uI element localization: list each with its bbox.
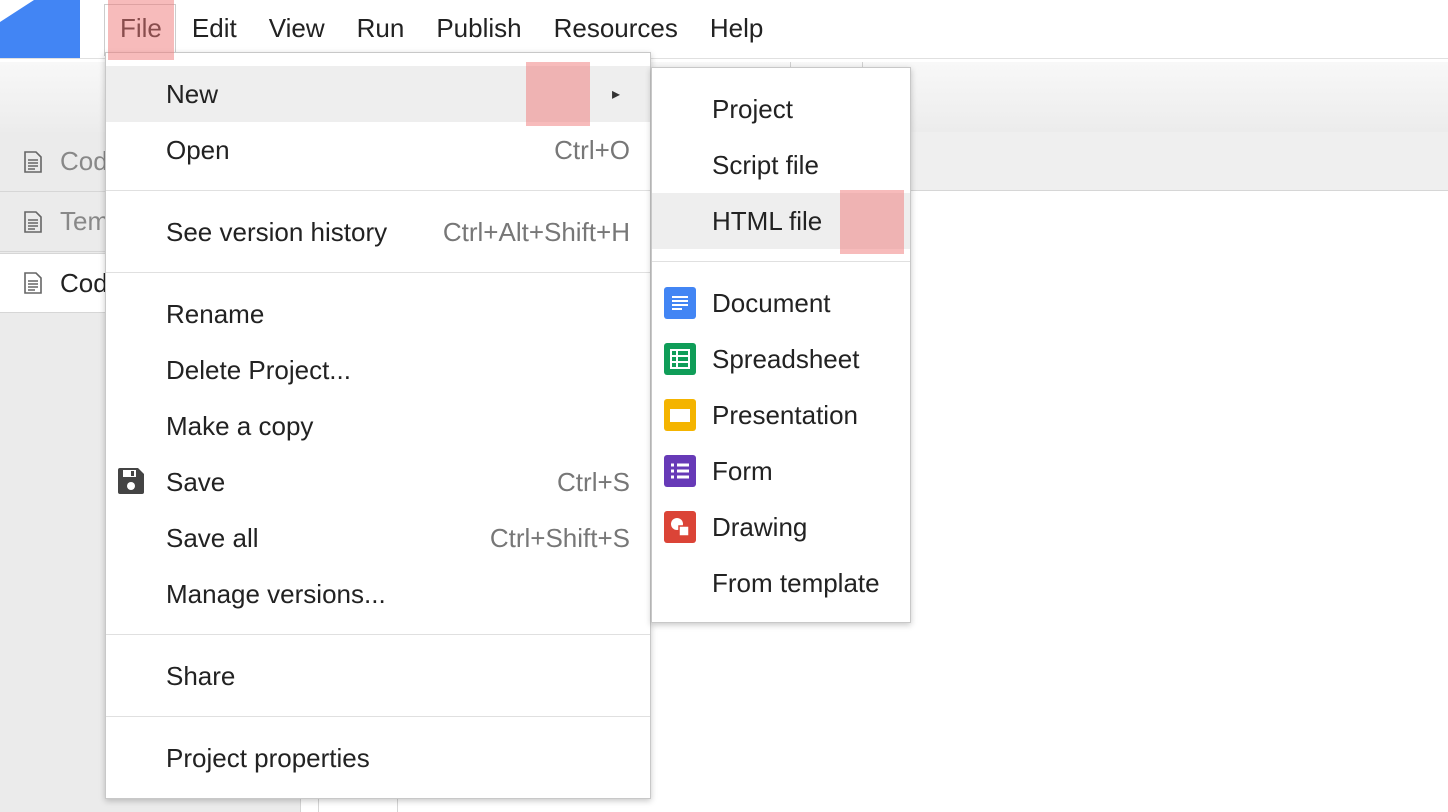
menu-item-label: Drawing [712,511,808,542]
menu-item-label: See version history [166,216,388,247]
menu-separator [106,716,650,717]
menu-item-label: Document [712,287,831,318]
new-drawing[interactable]: Drawing [652,499,910,555]
file-menu-delete-project[interactable]: Delete Project... [106,342,650,398]
submenu-arrow-icon: ▸ [611,86,620,103]
menu-resources[interactable]: Resources [538,0,694,56]
forms-icon [664,455,696,487]
menu-item-label: Save [166,466,226,497]
menu-run[interactable]: Run [341,0,421,56]
file-icon [24,150,42,173]
menu-item-shortcut: Ctrl+Alt+Shift+H [442,216,630,247]
file-menu-make-copy[interactable]: Make a copy [106,398,650,454]
file-name: Cod [60,267,108,298]
file-icon [24,210,42,233]
file-menu-rename[interactable]: Rename [106,286,650,342]
logo-notch [0,0,34,22]
menu-item-label: Save all [166,522,259,553]
menu-item-label: Spreadsheet [712,343,860,374]
new-project[interactable]: Project [652,81,910,137]
menu-item-label: HTML file [712,205,823,236]
menu-item-label: Rename [166,298,265,329]
menu-edit[interactable]: Edit [176,0,253,56]
menu-file[interactable]: File [104,4,176,56]
new-html-file[interactable]: HTML file [652,193,910,249]
new-spreadsheet[interactable]: Spreadsheet [652,331,910,387]
slides-icon [664,399,696,431]
new-form[interactable]: Form [652,443,910,499]
menu-separator [106,190,650,191]
menu-separator [106,634,650,635]
floppy-disk-icon [116,466,148,498]
file-menu-save-all[interactable]: Save all Ctrl+Shift+S [106,510,650,566]
menu-help[interactable]: Help [694,0,779,56]
menu-item-label: Delete Project... [166,354,351,385]
menu-item-label: Presentation [712,399,858,430]
new-from-template[interactable]: From template [652,555,910,611]
file-name: Cod [60,146,108,176]
new-document[interactable]: Document [652,275,910,331]
menu-item-shortcut: Ctrl+S [557,466,630,497]
file-menu-new[interactable]: New ▸ [106,66,650,122]
menu-publish[interactable]: Publish [420,0,537,56]
menu-item-label: Manage versions... [166,578,386,609]
file-menu-share[interactable]: Share [106,648,650,704]
file-menu-manage-versions[interactable]: Manage versions... [106,566,650,622]
sheets-icon [664,343,696,375]
menu-item-label: Script file [712,149,819,180]
new-submenu: Project Script file HTML file Document S… [651,67,911,623]
menu-item-label: From template [712,567,880,598]
docs-icon [664,287,696,319]
file-icon [24,272,42,294]
menu-item-label: Make a copy [166,410,314,441]
app-logo[interactable] [0,0,80,58]
new-presentation[interactable]: Presentation [652,387,910,443]
menu-separator [106,272,650,273]
menubar: File Edit View Run Publish Resources Hel… [104,0,779,56]
file-menu-save[interactable]: Save Ctrl+S [106,454,650,510]
menu-item-shortcut: Ctrl+Shift+S [489,522,630,553]
menu-item-label: Open [166,134,230,165]
file-menu-open[interactable]: Open Ctrl+O [106,122,650,178]
file-menu-dropdown: New ▸ Open Ctrl+O See version history Ct… [105,52,651,799]
menu-separator [652,261,910,262]
menu-item-shortcut: Ctrl+O [554,134,630,165]
menu-view[interactable]: View [253,0,341,56]
menu-item-label: Project [712,93,793,124]
new-script-file[interactable]: Script file [652,137,910,193]
menu-item-label: Share [166,660,236,691]
menu-item-label: New [166,78,219,109]
menu-item-label: Project properties [166,742,370,773]
file-name: Tem [60,206,110,236]
file-menu-project-properties[interactable]: Project properties [106,730,650,786]
menu-item-label: Form [712,455,773,486]
file-menu-version-history[interactable]: See version history Ctrl+Alt+Shift+H [106,204,650,260]
drawings-icon [664,511,696,543]
